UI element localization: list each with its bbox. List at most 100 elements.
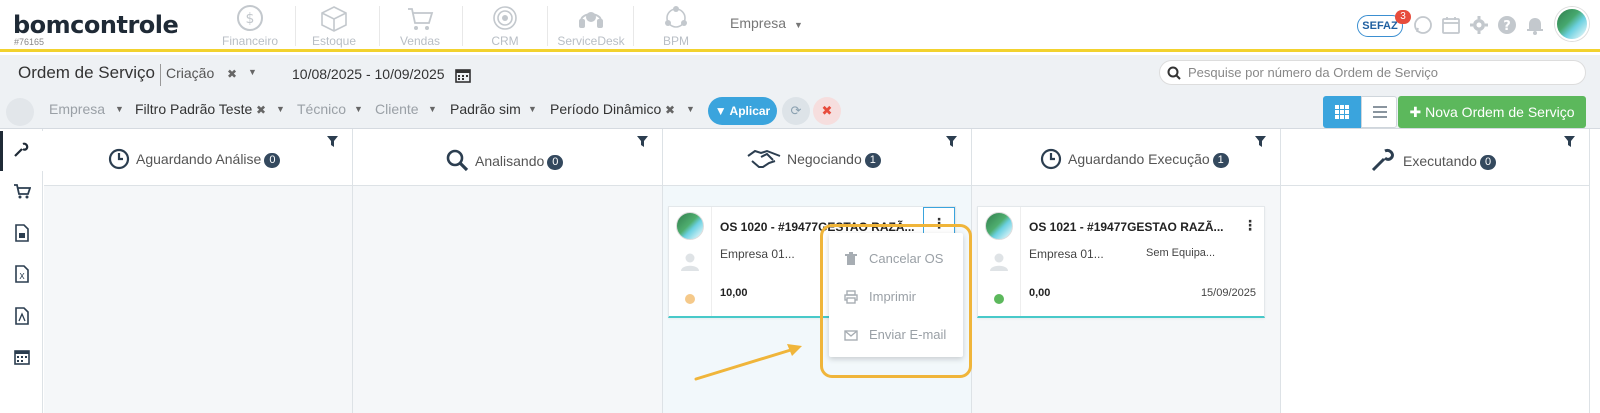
mode-caret-icon[interactable]: ▼: [248, 67, 257, 77]
filter-tecnico[interactable]: Técnico: [297, 101, 346, 117]
file-excel-icon[interactable]: X: [13, 265, 31, 283]
dollar-coin-icon: $: [237, 5, 263, 31]
card-title: OS 1021 - #19477GESTAO RAZÃ...: [1029, 220, 1224, 234]
gear-icon[interactable]: [1469, 15, 1489, 35]
column-aguardando-analise: Aguardando Análise 0: [44, 129, 353, 413]
module-bpm[interactable]: BPM: [631, 4, 721, 48]
app-logo[interactable]: bomcontrole: [13, 11, 179, 39]
client-avatar: [985, 212, 1013, 240]
calendar-icon[interactable]: [455, 67, 471, 83]
wrench-icon: [1371, 149, 1394, 172]
wrench-icon: [14, 142, 29, 157]
card-value: 10,00: [720, 287, 748, 299]
mode-selector[interactable]: Criação: [166, 65, 214, 81]
column-title: Executando: [1403, 153, 1477, 169]
service-order-card[interactable]: OS 1021 - #19477GESTAO RAZÃ... Empresa 0…: [977, 206, 1265, 318]
plus-icon: ✚: [1409, 104, 1426, 120]
page-title: Ordem de Serviço: [18, 63, 155, 82]
box-icon: [321, 6, 347, 32]
highlight-annotation: [820, 224, 972, 378]
apply-filter-button[interactable]: ▼ Aplicar: [708, 97, 777, 125]
search-input[interactable]: Pesquise por número da Ordem de Serviço: [1159, 60, 1586, 85]
clear-filter-icon[interactable]: ✖: [665, 103, 675, 117]
column-count-badge: 1: [864, 153, 881, 168]
column-count-badge: 0: [547, 155, 564, 170]
arrow-annotation-icon: [694, 344, 802, 381]
card-equipment: Sem Equipa...: [1146, 247, 1216, 259]
top-navigation-bar: bomcontrole #76165 $ Financeiro Estoque …: [0, 0, 1600, 52]
cart-icon: [408, 8, 434, 30]
file-pdf-icon[interactable]: [13, 307, 31, 325]
caret-down-icon[interactable]: ▼: [428, 104, 437, 114]
filter-periodo[interactable]: Período Dinâmico: [550, 101, 661, 117]
clear-filters-button[interactable]: ✖: [813, 97, 841, 125]
filter-saved[interactable]: Filtro Padrão Teste: [135, 101, 252, 117]
card-company: Empresa 01...: [720, 247, 795, 261]
calendar-icon[interactable]: [13, 348, 31, 366]
search-icon: [1167, 66, 1181, 80]
filter-cliente[interactable]: Cliente: [375, 101, 419, 117]
filter-icon[interactable]: [327, 136, 338, 147]
caret-down-icon[interactable]: ▼: [686, 104, 695, 114]
card-date: 15/09/2025: [1200, 287, 1256, 299]
filter-icon: ▼: [714, 104, 727, 118]
column-analisando: Analisando 0: [353, 129, 663, 413]
filter-icon[interactable]: [946, 136, 957, 147]
column-count-badge: 0: [1479, 155, 1497, 170]
user-icon: [681, 253, 699, 271]
card-company: Empresa 01...: [1029, 247, 1104, 261]
help-icon[interactable]: ?: [1497, 15, 1517, 35]
filter-empresa[interactable]: Empresa: [49, 101, 105, 117]
filter-padrao[interactable]: Padrão sim: [450, 101, 521, 117]
account-id: #76165: [14, 37, 45, 47]
list-view-button[interactable]: [1361, 96, 1397, 128]
network-icon: [665, 6, 687, 28]
caret-down-icon[interactable]: ▼: [115, 104, 124, 114]
calendar-icon[interactable]: [1441, 15, 1461, 35]
column-executando: Executando 0: [1281, 129, 1590, 413]
column-count-badge: 0: [264, 153, 281, 168]
whatsapp-icon[interactable]: [1413, 15, 1433, 35]
module-crm[interactable]: CRM: [460, 4, 550, 48]
filter-icon[interactable]: [637, 136, 648, 147]
kanban-view-button[interactable]: [1323, 96, 1361, 128]
refresh-icon: ⟳: [790, 103, 802, 118]
column-count-badge: 1: [1212, 153, 1229, 168]
filter-icon[interactable]: [1564, 136, 1575, 147]
clear-filter-icon[interactable]: ✖: [256, 103, 266, 117]
refresh-button[interactable]: ⟳: [782, 97, 810, 125]
handshake-icon: [747, 149, 781, 168]
user-icon: [990, 253, 1008, 271]
company-selector[interactable]: Empresa ▼: [730, 15, 803, 31]
caret-down-icon[interactable]: ▼: [528, 104, 537, 114]
clear-mode-icon[interactable]: ✖: [227, 67, 237, 81]
cart-icon[interactable]: [13, 182, 31, 200]
filter-icon[interactable]: [1255, 136, 1266, 147]
column-title: Aguardando Execução: [1068, 151, 1210, 167]
target-icon: [493, 6, 517, 30]
column-title: Analisando: [475, 153, 545, 169]
clock-icon: [108, 148, 130, 170]
status-dot: [994, 294, 1004, 304]
list-icon: [1373, 106, 1387, 118]
caret-down-icon[interactable]: ▼: [276, 104, 285, 114]
more-vertical-icon: ⋮: [1243, 217, 1257, 233]
module-servicedesk[interactable]: ServiceDesk: [546, 4, 636, 48]
file-icon[interactable]: [13, 224, 31, 242]
bell-icon[interactable]: [1525, 15, 1545, 35]
search-icon: [446, 149, 469, 172]
client-avatar: [676, 212, 704, 240]
module-estoque[interactable]: Estoque: [289, 4, 379, 48]
collapse-toggle[interactable]: [6, 98, 34, 126]
new-service-order-button[interactable]: ✚ Nova Ordem de Serviço: [1398, 96, 1586, 128]
user-avatar[interactable]: [1555, 7, 1589, 41]
module-financeiro[interactable]: $ Financeiro: [205, 4, 295, 48]
svg-text:?: ?: [1503, 19, 1511, 34]
column-title: Negociando: [787, 151, 862, 167]
sidebar-item-services[interactable]: [0, 131, 43, 171]
svg-text:X: X: [19, 272, 25, 281]
module-vendas[interactable]: Vendas: [375, 4, 465, 48]
date-range[interactable]: 10/08/2025 - 10/09/2025: [292, 66, 445, 82]
card-menu-button[interactable]: ⋮: [1242, 215, 1258, 235]
caret-down-icon[interactable]: ▼: [354, 104, 363, 114]
